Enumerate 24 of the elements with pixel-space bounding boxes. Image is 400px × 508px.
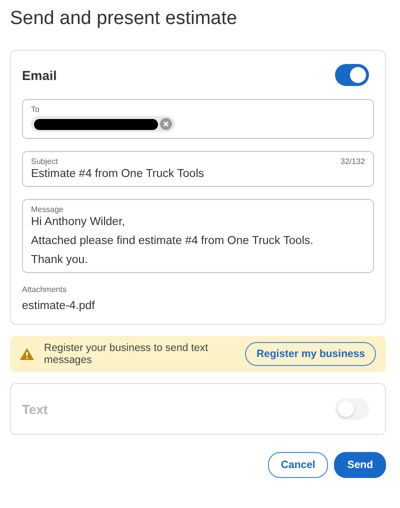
- banner-message: Register your business to send text messages: [44, 342, 210, 366]
- attachment-file[interactable]: estimate-4.pdf: [22, 300, 374, 312]
- recipient-chip[interactable]: [31, 116, 175, 132]
- attachments-label: Attachments: [22, 285, 68, 294]
- warning-icon: [20, 348, 34, 360]
- message-field[interactable]: Message Hi Anthony Wilder, Attached please find estimate #4 from One Truck Tools. Thank you.: [22, 199, 374, 273]
- section-label: Text: [22, 402, 48, 416]
- dialog-title: Send and present estimate: [10, 8, 238, 30]
- subject-field[interactable]: Subject 32/132 Estimate #4 from One Truck Tools: [22, 151, 374, 187]
- field-label: Message: [31, 205, 64, 214]
- character-counter: 32/132: [340, 157, 365, 166]
- section-label: Email: [22, 68, 57, 82]
- field-label: To: [31, 105, 40, 114]
- cancel-button[interactable]: Cancel: [268, 452, 328, 478]
- register-button[interactable]: Register my business: [245, 342, 376, 366]
- message-paragraph: Attached please find estimate #4 from One Truck Tools.: [31, 235, 314, 247]
- to-field[interactable]: To: [22, 99, 374, 139]
- toggle-switch[interactable]: [335, 64, 369, 86]
- remove-icon[interactable]: [160, 118, 172, 130]
- send-button[interactable]: Send: [334, 452, 386, 478]
- field-label: Subject: [31, 157, 58, 166]
- field-value: Estimate #4 from One Truck Tools: [31, 168, 205, 180]
- message-paragraph: Hi Anthony Wilder,: [31, 216, 126, 228]
- message-paragraph: Thank you.: [31, 254, 89, 266]
